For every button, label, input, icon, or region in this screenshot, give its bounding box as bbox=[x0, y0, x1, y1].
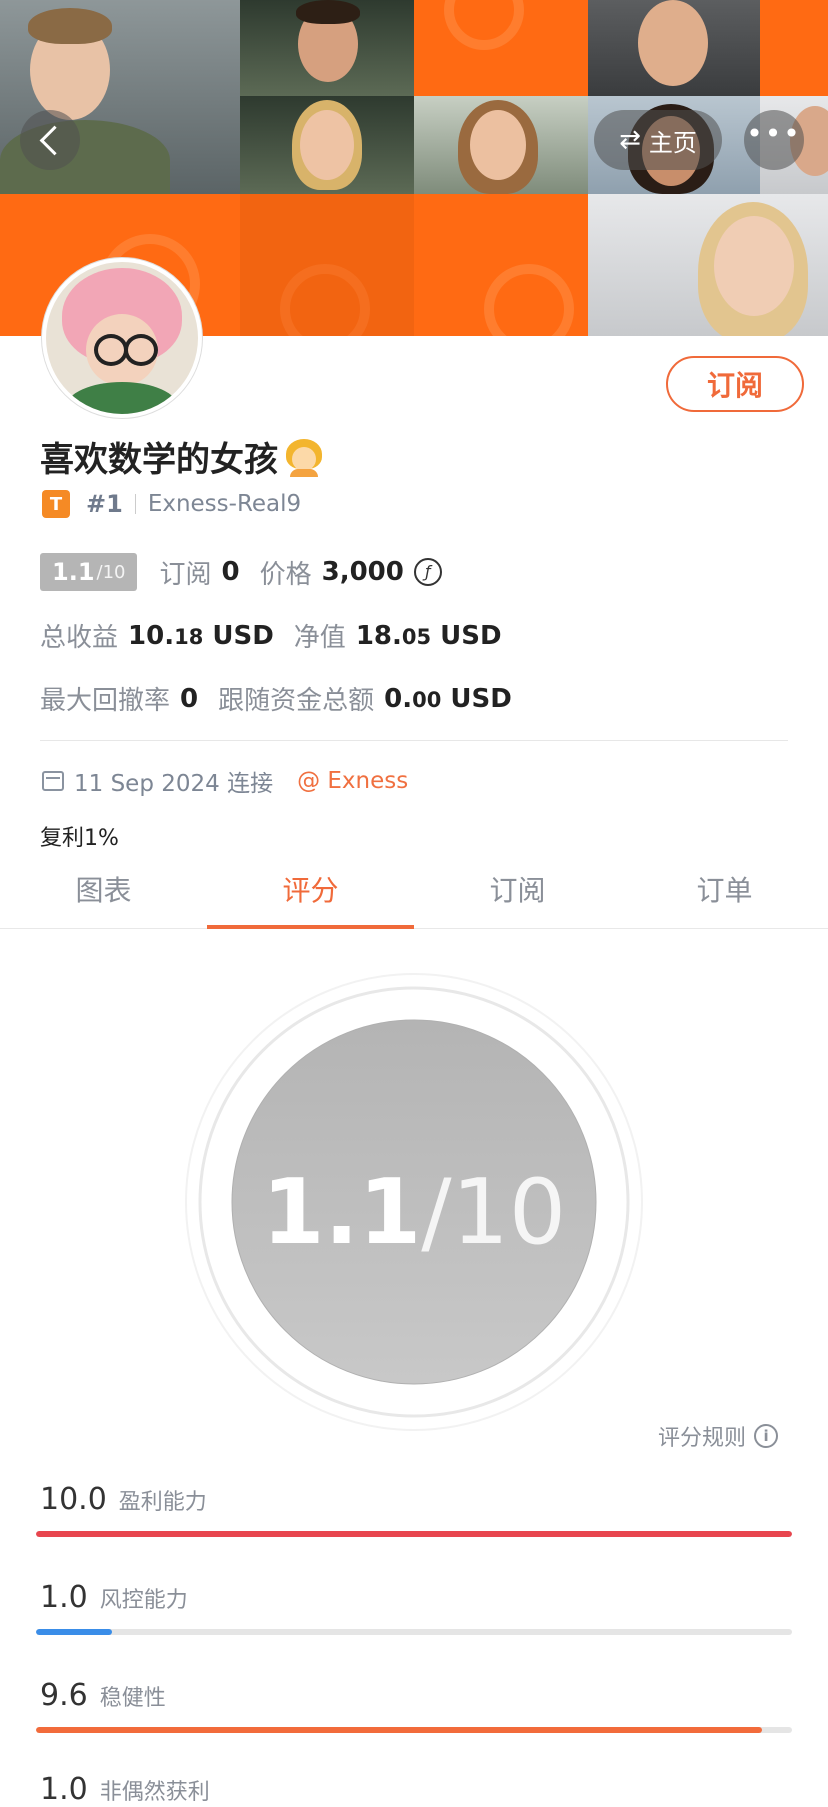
banner-photo bbox=[588, 194, 828, 336]
trader-badge-icon: T bbox=[42, 490, 70, 518]
rank-value: #1 bbox=[86, 490, 123, 518]
metric-bar-fill bbox=[36, 1629, 112, 1635]
tab-orders[interactable]: 订单 bbox=[621, 850, 828, 928]
connection-info: 11 Sep 2024 连接 @ Exness bbox=[42, 764, 408, 798]
subscribe-count: 0 bbox=[221, 557, 240, 587]
gauge-score-value: 1.1 bbox=[261, 1160, 422, 1265]
metric-row: 1.0 风控能力 bbox=[40, 1580, 188, 1615]
tab-rating[interactable]: 评分 bbox=[207, 850, 414, 929]
profile-name-text: 喜欢数学的女孩 bbox=[40, 440, 278, 480]
tab-subscription[interactable]: 订阅 bbox=[414, 850, 621, 928]
gauge-score: 1.1/10 bbox=[0, 1160, 828, 1265]
metric-label: 稳健性 bbox=[99, 1686, 166, 1711]
home-label: 主页 bbox=[648, 128, 697, 157]
banner-photo bbox=[240, 0, 414, 96]
girl-emoji-icon bbox=[284, 437, 324, 477]
banner-photo bbox=[414, 96, 588, 194]
tab-chart[interactable]: 图表 bbox=[0, 850, 207, 928]
follow-total-label: 跟随资金总额 bbox=[218, 686, 375, 716]
metric-bar bbox=[36, 1531, 792, 1537]
profile-name: 喜欢数学的女孩 bbox=[40, 432, 324, 481]
compound-note: 复利1% bbox=[40, 826, 119, 851]
score-chip: 1.1/10 bbox=[40, 553, 138, 591]
divider bbox=[40, 740, 788, 741]
rating-rules-label: 评分规则 bbox=[658, 1426, 747, 1451]
metric-value: 1.0 bbox=[40, 1580, 88, 1615]
back-chevron-icon bbox=[39, 125, 69, 155]
more-button[interactable]: ••• bbox=[744, 110, 804, 170]
banner-pattern bbox=[414, 194, 588, 336]
more-icon: ••• bbox=[746, 117, 802, 150]
metric-bar-fill bbox=[36, 1727, 762, 1733]
metric-bar-fill bbox=[36, 1531, 792, 1537]
coin-icon: ƒ bbox=[413, 558, 442, 586]
metric-row: 10.0 盈利能力 bbox=[40, 1482, 207, 1517]
banner-pattern bbox=[760, 0, 828, 96]
calendar-icon bbox=[42, 771, 64, 791]
metric-label: 非偶然获利 bbox=[99, 1780, 210, 1805]
divider bbox=[134, 494, 136, 514]
price-value: 3,000 bbox=[321, 557, 404, 587]
rank-line: T #1 Exness-Real9 bbox=[42, 488, 301, 520]
price-label: 价格 bbox=[259, 559, 312, 590]
total-profit-value: 10.18 USD bbox=[128, 620, 274, 651]
drawdown-label: 最大回撤率 bbox=[40, 686, 171, 716]
info-icon: i bbox=[754, 1424, 779, 1448]
metric-label: 盈利能力 bbox=[118, 1490, 207, 1515]
banner-photo bbox=[588, 0, 760, 96]
metric-bar bbox=[36, 1629, 792, 1635]
net-value-value: 18.05 USD bbox=[355, 620, 502, 651]
back-button[interactable] bbox=[20, 110, 80, 170]
total-profit-label: 总收益 bbox=[40, 623, 119, 653]
net-value-label: 净值 bbox=[293, 623, 346, 653]
banner-pattern bbox=[240, 194, 414, 336]
subscribe-button[interactable]: 订阅 bbox=[666, 356, 804, 412]
home-button[interactable]: ⇄ 主页 bbox=[594, 110, 722, 170]
metric-row: 1.0 非偶然获利 bbox=[40, 1772, 210, 1807]
broker-link[interactable]: @ Exness bbox=[297, 768, 408, 794]
connect-date: 11 Sep 2024 连接 bbox=[74, 771, 274, 797]
avatar[interactable] bbox=[42, 258, 202, 418]
account-name: Exness-Real9 bbox=[147, 491, 302, 517]
metric-label: 风控能力 bbox=[99, 1588, 188, 1613]
swap-icon: ⇄ bbox=[619, 125, 641, 155]
metric-value: 9.6 bbox=[40, 1678, 88, 1713]
gauge-score-max: /10 bbox=[421, 1160, 567, 1265]
stats-row-3: 最大回撤率 0 跟随资金总额 0.00 USD bbox=[40, 680, 532, 717]
metric-row: 9.6 稳健性 bbox=[40, 1678, 166, 1713]
metric-bar bbox=[36, 1727, 792, 1733]
stats-row-2: 总收益 10.18 USD 净值 18.05 USD bbox=[40, 617, 522, 654]
banner-photo bbox=[240, 96, 414, 194]
follow-total-value: 0.00 USD bbox=[384, 683, 512, 714]
rating-rules-link[interactable]: 评分规则 i bbox=[658, 1420, 779, 1452]
banner-pattern bbox=[414, 0, 588, 96]
drawdown-value: 0 bbox=[180, 683, 199, 714]
metric-value: 10.0 bbox=[40, 1482, 107, 1517]
subscribe-count-label: 订阅 bbox=[159, 559, 212, 590]
metric-value: 1.0 bbox=[40, 1772, 88, 1807]
tab-bar: 图表 评分 订阅 订单 bbox=[0, 850, 828, 929]
stats-row-1: 1.1/10 订阅 0 价格 3,000 ƒ bbox=[40, 553, 442, 591]
